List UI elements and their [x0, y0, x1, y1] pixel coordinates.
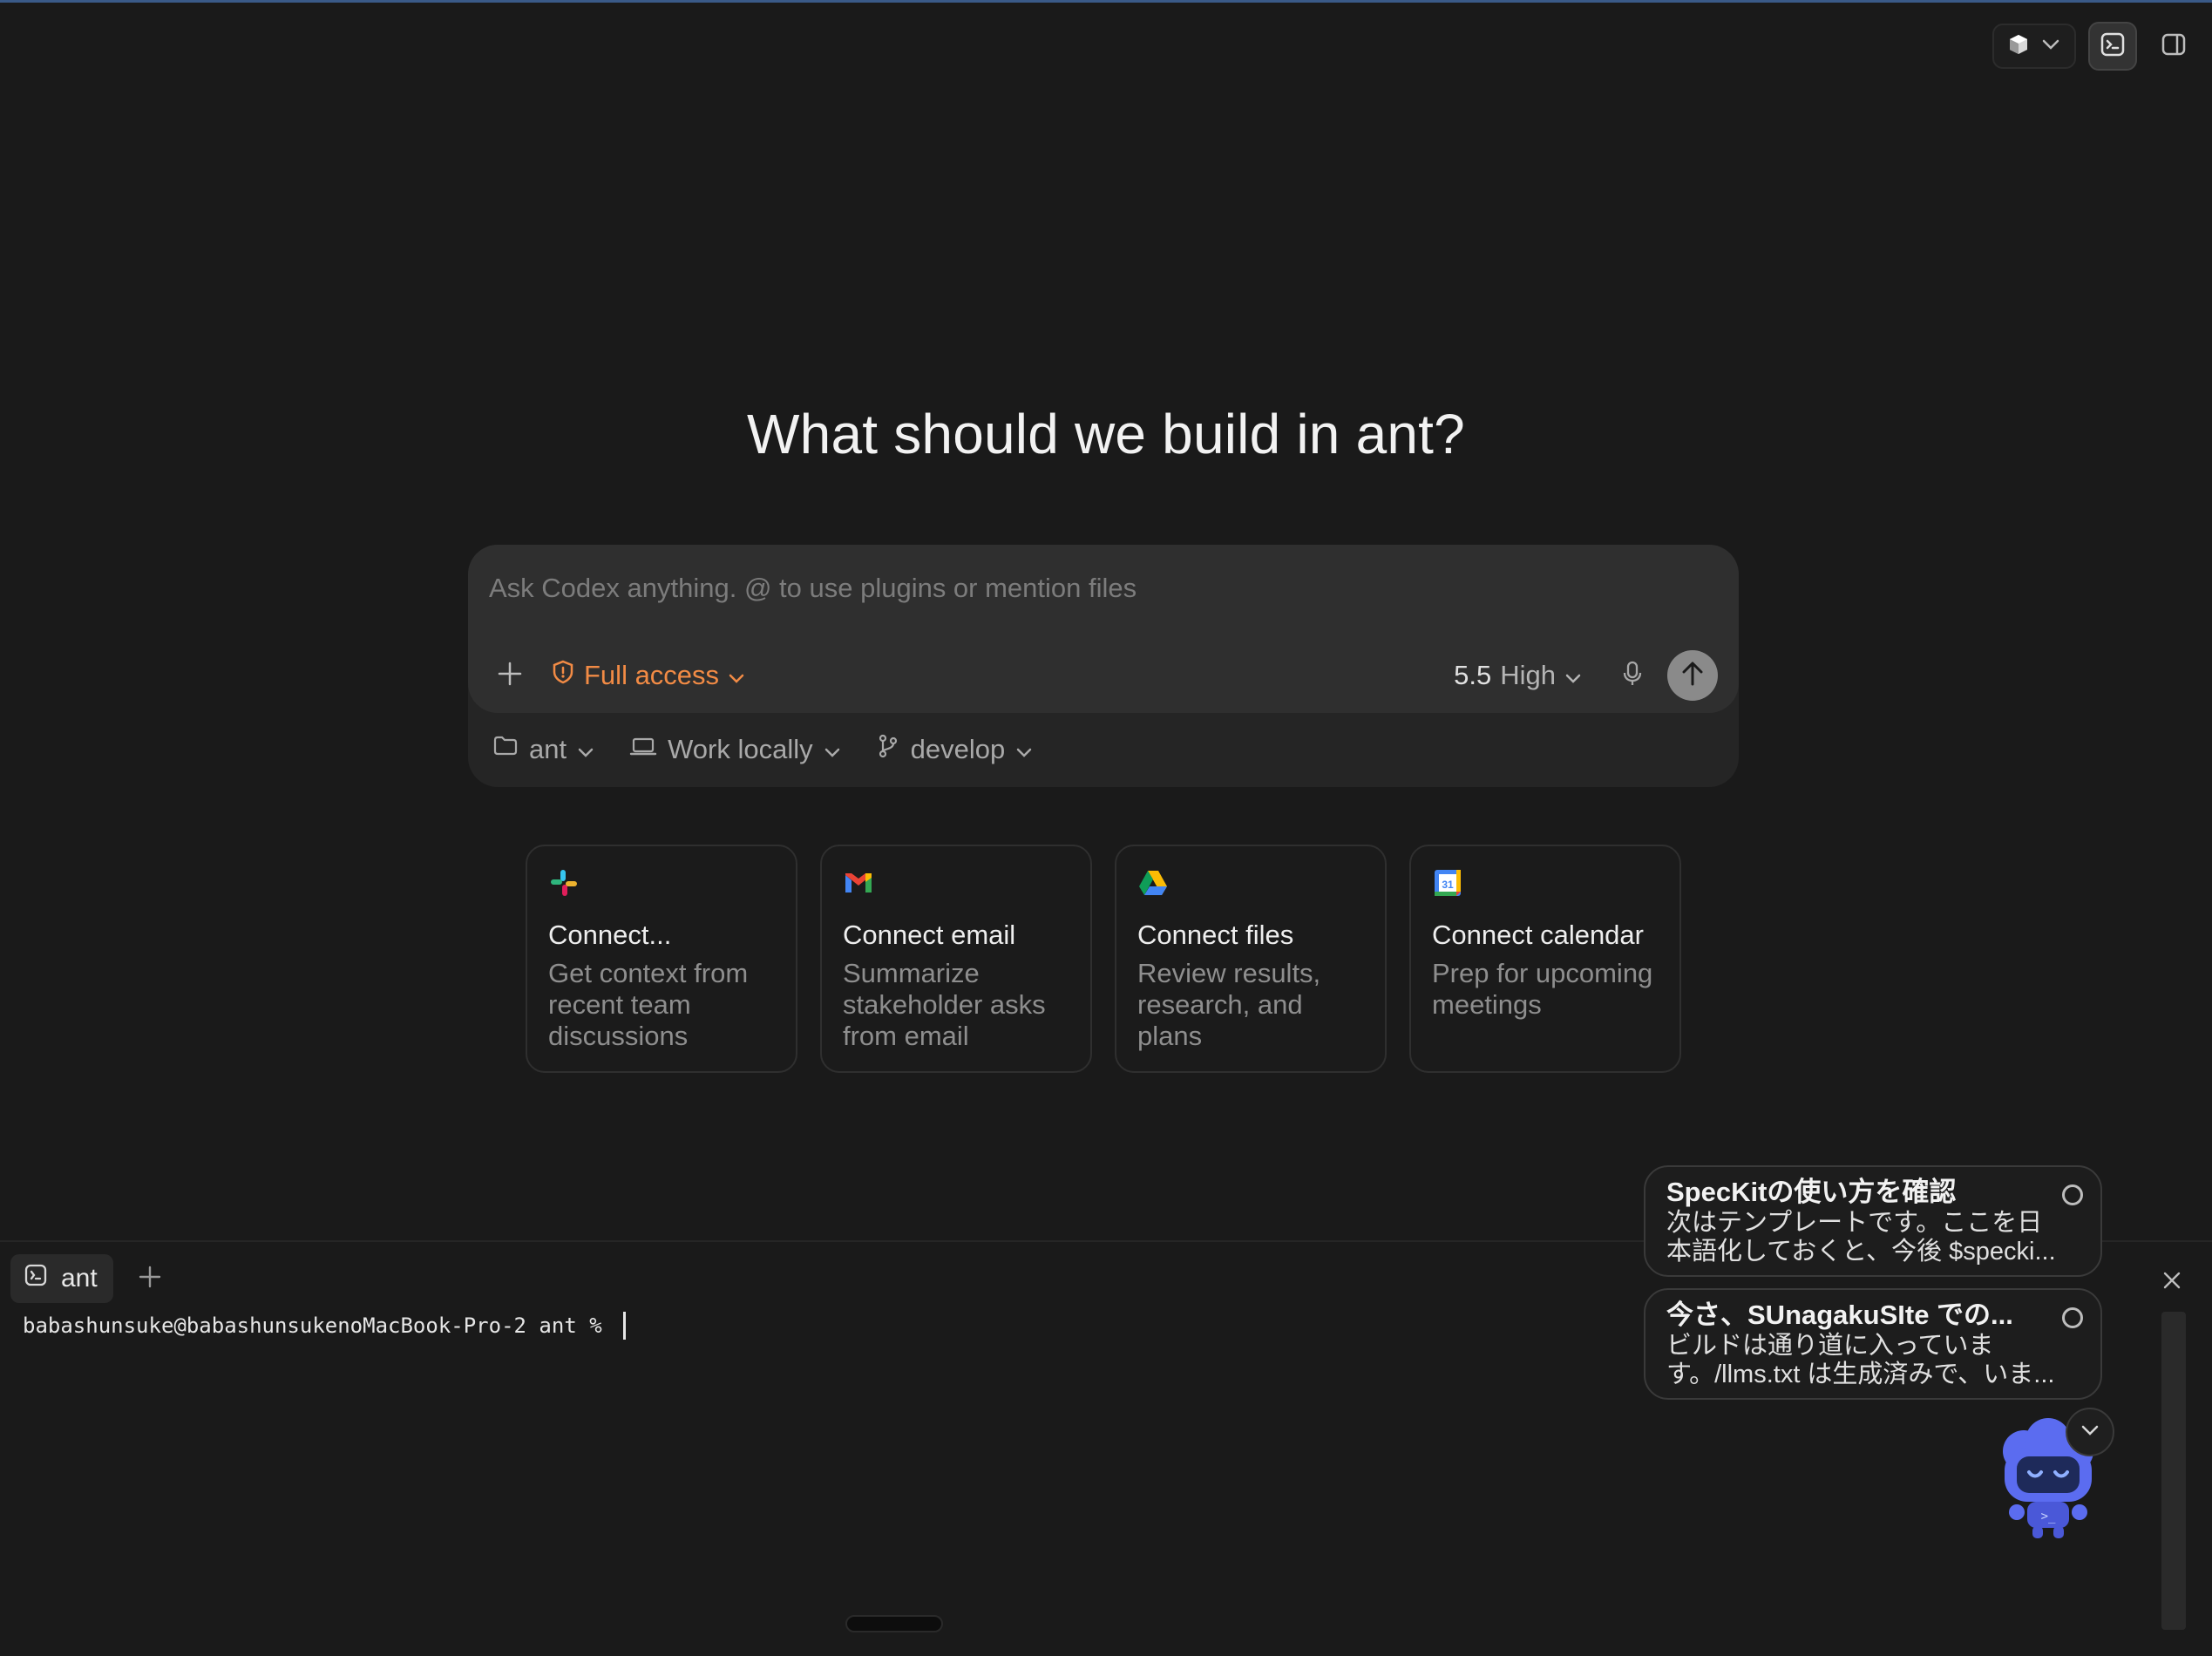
branch-selector[interactable]: develop [876, 733, 1034, 766]
model-version: 5.5 [1454, 660, 1492, 690]
terminal-prompt: babashunsuke@babashunsukenoMacBook-Pro-2… [23, 1313, 615, 1338]
connect-slack-card[interactable]: Connect... Get context from recent team … [526, 845, 797, 1073]
suggestion-cards: Connect... Get context from recent team … [526, 845, 1681, 1073]
terminal-tab-ant[interactable]: ant [10, 1254, 113, 1303]
slack-icon [548, 867, 580, 899]
chevron-down-icon [1564, 660, 1582, 691]
mascot-screen: >_ [2041, 1510, 2056, 1524]
composer-container: Full access 5.5 High [468, 545, 1739, 787]
environment-selector[interactable] [1992, 24, 2076, 69]
notification-card[interactable]: 今さ、SUnagakuSIte での... ビルドは通り道に入っています。/ll… [1644, 1288, 2102, 1400]
close-terminal-button[interactable] [2158, 1268, 2186, 1296]
plus-icon [138, 1265, 162, 1293]
shield-alert-icon [551, 659, 575, 692]
access-mode-label: Full access [584, 660, 720, 690]
loading-spinner-icon [2062, 1307, 2083, 1328]
microphone-icon [1622, 660, 1643, 692]
calendar-icon: 31 [1432, 867, 1463, 899]
prompt-input[interactable] [489, 567, 1709, 609]
page-title: What should we build in ant? [747, 403, 1465, 465]
project-selector[interactable]: ant [492, 734, 594, 765]
chevron-down-icon [728, 660, 745, 691]
resize-handle[interactable] [845, 1615, 943, 1632]
arrow-up-icon [1679, 660, 1706, 692]
close-icon [2162, 1271, 2181, 1294]
terminal-output[interactable]: babashunsuke@babashunsukenoMacBook-Pro-2… [23, 1312, 627, 1340]
branch-label: develop [910, 734, 1006, 764]
terminal-cursor [623, 1312, 627, 1340]
drive-icon [1137, 867, 1169, 899]
gmail-icon [843, 867, 874, 899]
voice-input-button[interactable] [1615, 649, 1650, 702]
composer: Full access 5.5 High [468, 545, 1739, 713]
connect-email-card[interactable]: Connect email Summarize stakeholder asks… [820, 845, 1092, 1073]
context-bar: ant Work locally develop [492, 723, 1033, 776]
cube-icon [2008, 33, 2029, 60]
chevron-down-icon [1015, 734, 1033, 765]
terminal-toggle-button[interactable] [2088, 22, 2137, 71]
project-label: ant [529, 734, 567, 764]
terminal-scrollbar[interactable] [2161, 1312, 2186, 1630]
connect-calendar-card[interactable]: 31 Connect calendar Prep for upcoming me… [1409, 845, 1681, 1073]
loading-spinner-icon [2062, 1184, 2083, 1205]
notification-body: ビルドは通り道に入っています。/llms.txt は生成済みで、いま... [1666, 1332, 2055, 1388]
work-location-label: Work locally [668, 734, 813, 764]
send-button[interactable] [1667, 650, 1718, 701]
add-attachment-button[interactable] [487, 649, 533, 702]
folder-icon [492, 734, 519, 765]
new-terminal-button[interactable] [132, 1261, 167, 1296]
card-title: Connect email [843, 920, 1016, 950]
card-description: Get context from recent team discussions [548, 958, 749, 1051]
chevron-down-icon [2041, 38, 2060, 55]
card-description: Review results, research, and plans [1137, 958, 1321, 1051]
notification-title: 今さ、SUnagakuSIte での... [1666, 1300, 2013, 1330]
notification-body: 次はテンプレートです。ここを日本語化しておくと、今後 $specki... [1666, 1209, 2056, 1266]
terminal-tab-label: ant [61, 1264, 98, 1293]
laptop-icon [629, 734, 657, 765]
top-toolbar [1992, 22, 2198, 71]
notification-card[interactable]: SpecKitの使い方を確認 次はテンプレートです。ここを日本語化しておくと、今… [1644, 1165, 2102, 1277]
card-title: Connect calendar [1432, 920, 1644, 950]
calendar-day: 31 [1442, 879, 1454, 891]
codex-app-window: What should we build in ant? Full access [0, 0, 2212, 1656]
chevron-down-icon [824, 734, 841, 765]
work-location-selector[interactable]: Work locally [629, 734, 841, 765]
card-description: Prep for upcoming meetings [1432, 958, 1653, 1020]
connect-files-card[interactable]: Connect files Review results, research, … [1115, 845, 1387, 1073]
sidebar-toggle-button[interactable] [2149, 22, 2198, 71]
chevron-down-icon [577, 734, 594, 765]
card-description: Summarize stakeholder asks from email [843, 958, 1046, 1051]
terminal-icon [24, 1264, 47, 1293]
terminal-icon [2100, 31, 2126, 62]
plus-icon [497, 661, 523, 691]
model-selector-dropdown[interactable]: 5.5 High [1454, 649, 1582, 702]
chevron-down-icon [2080, 1424, 2100, 1441]
access-mode-dropdown[interactable]: Full access [551, 649, 745, 702]
notification-title: SpecKitの使い方を確認 [1666, 1177, 1957, 1207]
model-effort: High [1500, 660, 1556, 690]
card-title: Connect... [548, 920, 672, 950]
git-branch-icon [876, 733, 900, 766]
collapse-notifications-button[interactable] [2066, 1408, 2114, 1456]
sidebar-icon [2161, 32, 2187, 61]
card-title: Connect files [1137, 920, 1294, 950]
